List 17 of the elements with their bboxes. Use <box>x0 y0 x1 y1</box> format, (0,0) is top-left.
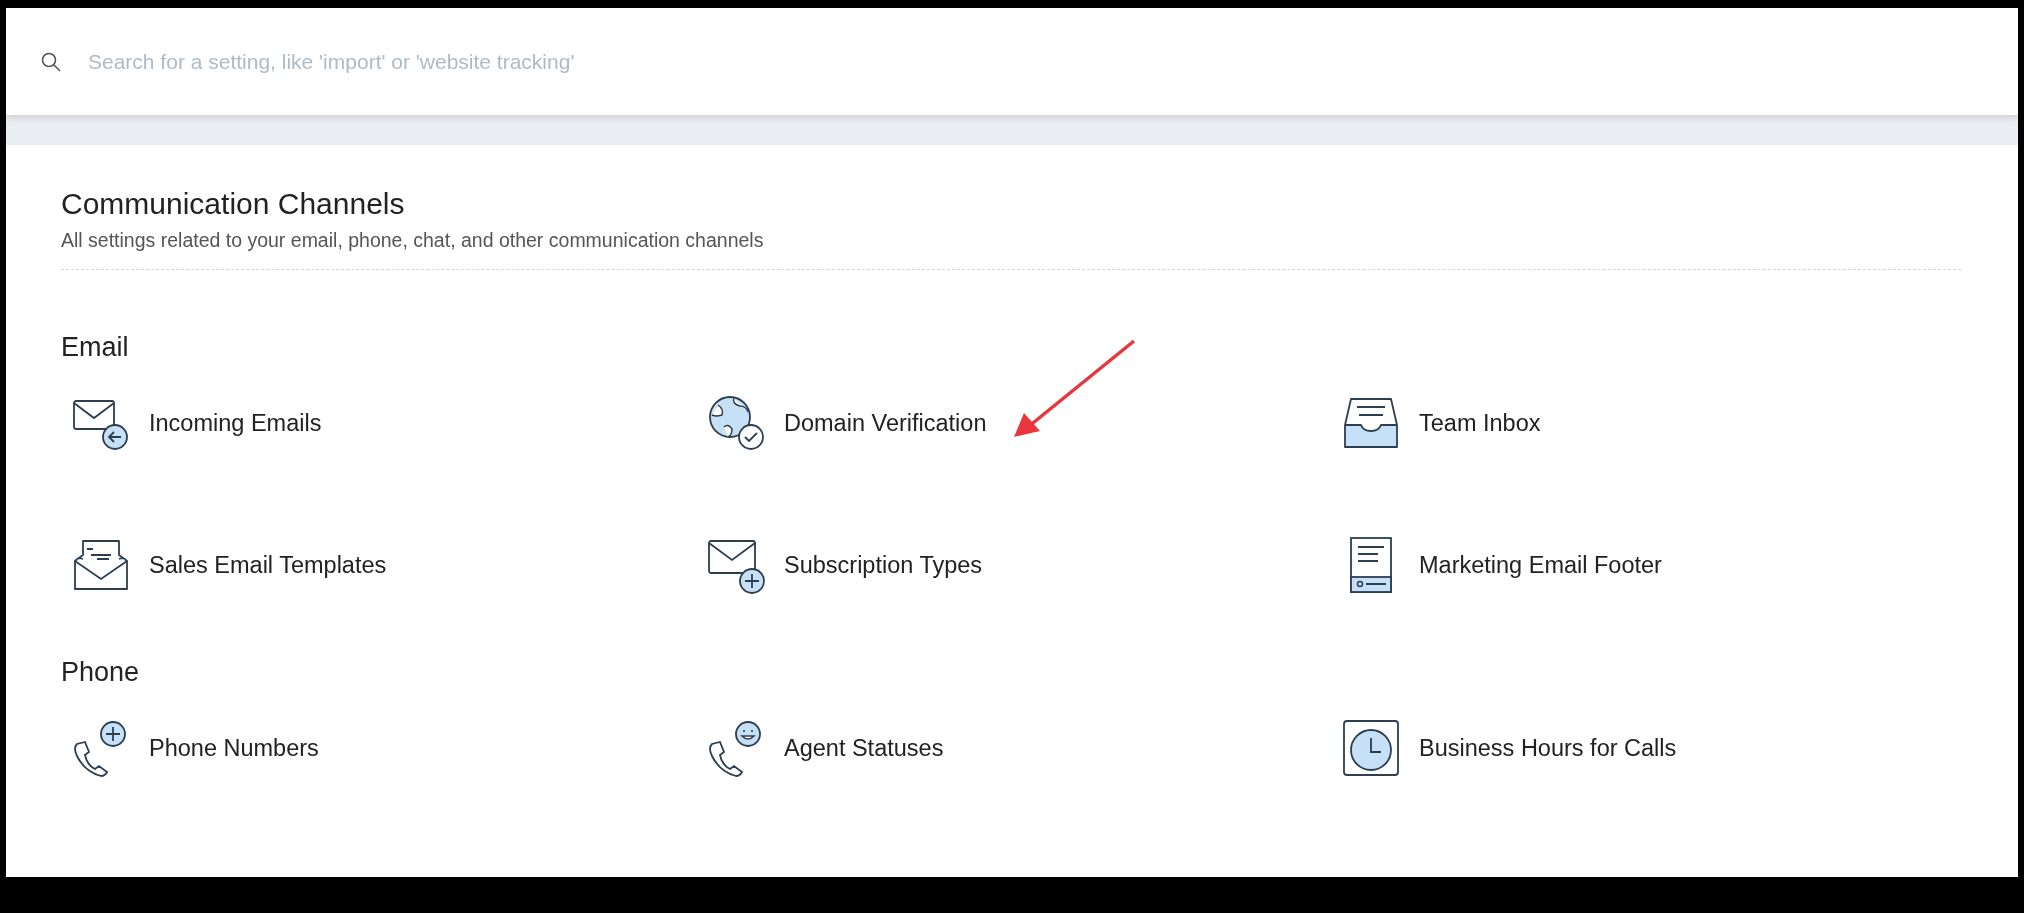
setting-link[interactable]: Business Hours for Calls <box>1419 734 1677 762</box>
setting-link[interactable]: Agent Statuses <box>784 734 944 762</box>
globe-check-icon <box>706 393 766 453</box>
search-icon <box>40 50 62 73</box>
setting-link[interactable]: Marketing Email Footer <box>1419 551 1662 579</box>
setting-link[interactable]: Domain Verification <box>784 409 987 437</box>
setting-link[interactable]: Team Inbox <box>1419 409 1541 437</box>
page-title: Communication Channels <box>61 187 406 221</box>
setting-link[interactable]: Subscription Types <box>784 551 983 579</box>
page-subtitle: All settings related to your email, phone, chat, and other communication channels <box>61 229 765 252</box>
setting-link[interactable]: Sales Email Templates <box>149 551 387 579</box>
search-field[interactable]: Search for a setting, like 'import' or 'website tracking' <box>86 48 990 75</box>
setting-link[interactable]: Phone Numbers <box>149 734 319 762</box>
section-heading: Phone <box>61 657 141 688</box>
section-heading: Email <box>61 332 130 363</box>
setting-link[interactable]: Incoming Emails <box>149 409 322 437</box>
clock-icon <box>1341 718 1401 778</box>
